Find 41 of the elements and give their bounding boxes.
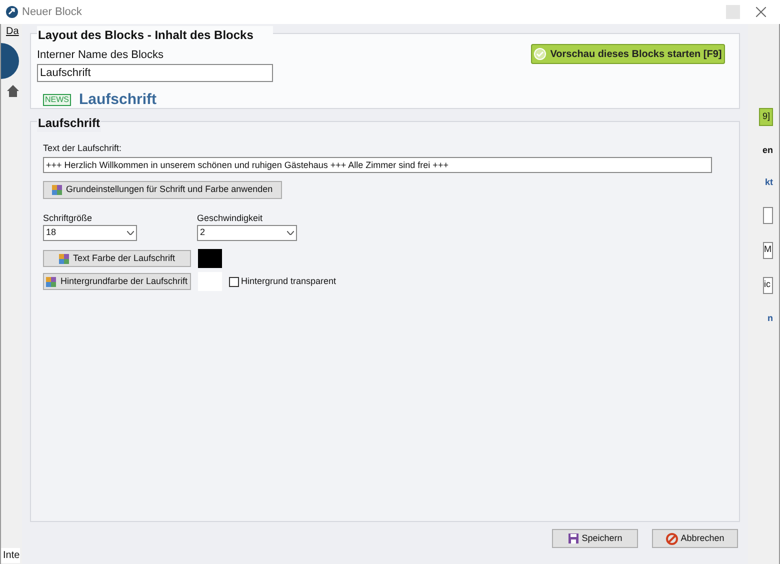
background-field[interactable]: M [763, 242, 773, 259]
group-title: Layout des Blocks - Inhalt des Blocks [37, 26, 273, 44]
speed-dropdown[interactable]: 2 [197, 225, 297, 241]
font-size-dropdown[interactable]: 18 [43, 225, 137, 241]
save-button[interactable]: Speichern [552, 529, 638, 548]
palette-icon [52, 184, 62, 194]
field-label: Text der Laufschrift: [43, 142, 122, 155]
checkbox[interactable] [229, 276, 239, 286]
checkbox-label: Hintergrund transparent [241, 274, 336, 288]
close-icon[interactable] [756, 7, 766, 17]
background-button[interactable]: 9] [759, 108, 773, 126]
check-circle-icon [534, 48, 546, 60]
news-badge: NEWS [43, 94, 71, 106]
background-heading: en [762, 144, 773, 157]
field-label: Schriftgröße [43, 212, 94, 225]
status-text: Inte [1, 548, 20, 563]
background-field[interactable]: ic [763, 277, 773, 294]
ticker-text-input-field[interactable]: +++ Herzlich Willkommen in unserem schönen und ruhigen Gästehaus +++ Alle Zimmer sind frei +++ [43, 156, 712, 172]
background-field[interactable] [763, 207, 773, 224]
field-label: Interner Name des Blocks [37, 48, 165, 63]
chevron-down-icon [127, 231, 134, 235]
palette-icon [46, 276, 56, 286]
background-color-button[interactable]: Hintergrundfarbe der Laufschrift [43, 273, 191, 290]
preview-button[interactable]: Vorschau dieses Blocks starten [F9] [531, 44, 725, 64]
defaults-button[interactable]: Grundeinstellungen für Schrift und Farbe anwenden [43, 180, 282, 198]
chevron-down-icon [287, 231, 294, 235]
app-logo [1, 43, 19, 79]
color-swatch[interactable] [198, 249, 222, 268]
background-link[interactable]: n [768, 312, 773, 326]
palette-icon [58, 254, 69, 264]
home-icon[interactable] [7, 85, 19, 97]
block-type-heading: Laufschrift [79, 90, 157, 110]
cancel-button[interactable]: Abbrechen [652, 529, 738, 548]
background-link[interactable]: kt [764, 176, 773, 189]
menu-item[interactable]: Da [1, 24, 19, 39]
name-input-field[interactable]: Laufschrift [37, 64, 273, 82]
app-logo-icon [6, 6, 18, 18]
cancel-icon [666, 532, 678, 544]
field-label: Geschwindigkeit [197, 212, 264, 225]
text-color-button[interactable]: Text Farbe der Laufschrift [43, 250, 191, 267]
window-title: Neuer Block [22, 4, 82, 20]
